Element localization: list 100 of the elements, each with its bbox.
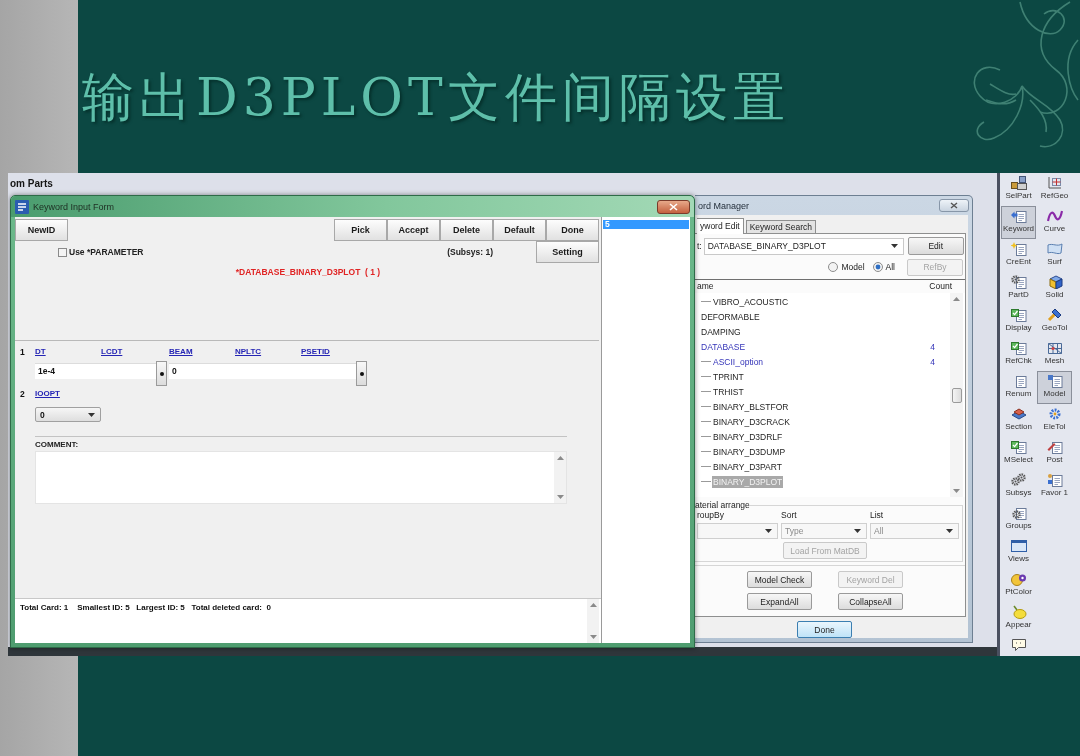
input-field[interactable] bbox=[301, 363, 356, 379]
input-field[interactable] bbox=[101, 363, 156, 379]
field-link[interactable]: BEAM bbox=[169, 346, 193, 358]
tree-item[interactable]: DATABASE bbox=[700, 340, 747, 353]
toolbar-button[interactable]: Groups bbox=[1001, 503, 1036, 536]
close-button[interactable] bbox=[939, 199, 969, 212]
sparkle-document-icon bbox=[1010, 242, 1027, 256]
blocks-icon bbox=[1010, 176, 1027, 190]
done-button[interactable]: Done bbox=[797, 621, 852, 638]
pick-button[interactable] bbox=[356, 361, 367, 386]
gears-icon bbox=[1010, 473, 1027, 487]
toolbar-button[interactable]: PtColor bbox=[1001, 569, 1036, 602]
action-button[interactable]: CollapseAll bbox=[838, 593, 903, 610]
slide-title: 输出D3PLOT文件间隔设置 bbox=[82, 66, 790, 128]
toolbar-button[interactable]: Subsys bbox=[1001, 470, 1036, 503]
count-text: 4 bbox=[930, 356, 935, 367]
toolbar-button[interactable]: Section bbox=[1001, 404, 1036, 437]
toolbar-button[interactable]: Curve bbox=[1037, 206, 1072, 239]
scrollbar-thumb[interactable] bbox=[951, 387, 962, 403]
toolbar-button[interactable]: Surf bbox=[1037, 239, 1072, 272]
close-icon bbox=[669, 202, 678, 211]
column-header[interactable]: Count bbox=[929, 280, 952, 293]
count-text: 4 bbox=[930, 341, 935, 352]
action-button[interactable]: Model Check bbox=[747, 571, 812, 588]
gear-document-icon bbox=[1010, 275, 1027, 289]
input-field[interactable]: 1e-4 bbox=[35, 363, 101, 379]
axes-icon bbox=[1046, 176, 1063, 190]
radio-button[interactable]: All bbox=[872, 262, 895, 272]
field-link[interactable]: NPLTC bbox=[235, 346, 262, 358]
scrollbar[interactable] bbox=[587, 599, 599, 643]
dropdown[interactable]: All bbox=[870, 523, 959, 539]
parameter-checkbox[interactable]: Use *PARAMETER bbox=[58, 247, 144, 257]
check-document-icon bbox=[1010, 440, 1027, 454]
group-title: aterial arrange bbox=[695, 500, 750, 510]
tree-item[interactable]: BINARY_BLSTFOR bbox=[712, 400, 790, 413]
tree-item[interactable]: BINARY_D3CRACK bbox=[712, 415, 791, 428]
pick-button[interactable] bbox=[156, 361, 167, 386]
caret-icon bbox=[946, 529, 953, 533]
tree-item[interactable]: BINARY_D3PART bbox=[712, 460, 783, 473]
field-link[interactable]: DT bbox=[35, 346, 46, 358]
field-link[interactable]: IOOPT bbox=[35, 388, 60, 400]
new-id-button[interactable]: NewID bbox=[15, 219, 68, 241]
toolbar-button[interactable]: Solid bbox=[1037, 272, 1072, 305]
card-number: 2 bbox=[20, 388, 26, 400]
toolbar-button[interactable]: Views bbox=[1001, 536, 1036, 569]
toolbar-button[interactable]: RefGeo bbox=[1037, 173, 1072, 206]
toolbar-button[interactable]: Post bbox=[1037, 437, 1072, 470]
arrow-document-icon bbox=[1010, 209, 1027, 223]
tree-item[interactable]: DEFORMABLE bbox=[700, 310, 761, 323]
scrollbar[interactable] bbox=[554, 452, 566, 503]
input-field[interactable]: 0 bbox=[169, 363, 235, 379]
toolbar-button[interactable]: Renum bbox=[1001, 371, 1036, 404]
lemon-icon bbox=[1010, 605, 1027, 619]
column-header[interactable]: ame bbox=[697, 280, 714, 293]
action-button[interactable]: Pick bbox=[334, 219, 387, 241]
toolbar-button[interactable]: CreEnt bbox=[1001, 239, 1036, 272]
toolbar-button[interactable]: Appear bbox=[1001, 602, 1036, 635]
caret-icon bbox=[765, 529, 772, 533]
toolbar-button[interactable]: RefChk bbox=[1001, 338, 1036, 371]
toolbar-button[interactable]: MSelect bbox=[1001, 437, 1036, 470]
toolbar-button[interactable]: Model bbox=[1037, 371, 1072, 404]
action-button[interactable]: Accept bbox=[387, 219, 440, 241]
field-link[interactable]: LCDT bbox=[101, 346, 123, 358]
tree-item[interactable]: TPRINT bbox=[712, 370, 745, 383]
toolbar-button[interactable]: EleTol bbox=[1037, 404, 1072, 437]
shapes-document-icon bbox=[1046, 473, 1063, 487]
window-title: ord Manager bbox=[698, 200, 750, 211]
comment-field[interactable] bbox=[35, 451, 567, 504]
action-button[interactable]: Default bbox=[493, 219, 546, 241]
tree-item[interactable]: BINARY_D3DRLF bbox=[712, 430, 784, 443]
action-button[interactable]: Delete bbox=[440, 219, 493, 241]
close-icon bbox=[950, 202, 958, 209]
radio-button[interactable]: Model bbox=[828, 262, 865, 272]
dropdown[interactable]: 0 bbox=[35, 407, 101, 422]
edit-button[interactable]: Edit bbox=[907, 237, 964, 255]
setting-button[interactable]: Setting bbox=[536, 241, 599, 263]
toolbar-button[interactable]: Favor 1 bbox=[1037, 470, 1072, 503]
tab[interactable]: yword Edit bbox=[697, 218, 744, 234]
action-button[interactable]: ExpandAll bbox=[747, 593, 812, 610]
keyword-dropdown[interactable]: DATABASE_BINARY_D3PLOT bbox=[703, 237, 904, 255]
dropdown[interactable] bbox=[697, 523, 778, 539]
field-link[interactable]: PSETID bbox=[301, 346, 330, 358]
tree-item[interactable]: DAMPING bbox=[700, 325, 742, 338]
surface-icon bbox=[1046, 242, 1063, 256]
tree-item[interactable]: VIBRO_ACOUSTIC bbox=[712, 295, 790, 308]
subsystem-label: (Subsys: 1) bbox=[447, 247, 493, 257]
toolbar-button[interactable]: SelPart bbox=[1001, 173, 1036, 206]
close-button[interactable] bbox=[657, 199, 690, 214]
tree-item[interactable]: TRHIST bbox=[712, 385, 745, 398]
tab[interactable]: Keyword Search bbox=[745, 220, 817, 233]
gear-document-icon bbox=[1010, 506, 1027, 520]
toolbar-button[interactable]: Mesh bbox=[1037, 338, 1072, 371]
tree-item[interactable]: BINARY_D3DUMP bbox=[712, 445, 787, 458]
action-button[interactable]: Done bbox=[546, 219, 599, 241]
toolbar-button[interactable]: GeoTol bbox=[1037, 305, 1072, 338]
toolbar-button[interactable]: Display bbox=[1001, 305, 1036, 338]
toolbar-button[interactable]: PartD bbox=[1001, 272, 1036, 305]
tree-item[interactable]: ASCII_option bbox=[712, 355, 765, 368]
scrollbar[interactable] bbox=[950, 293, 963, 497]
toolbar-button[interactable]: Keyword bbox=[1001, 206, 1036, 239]
